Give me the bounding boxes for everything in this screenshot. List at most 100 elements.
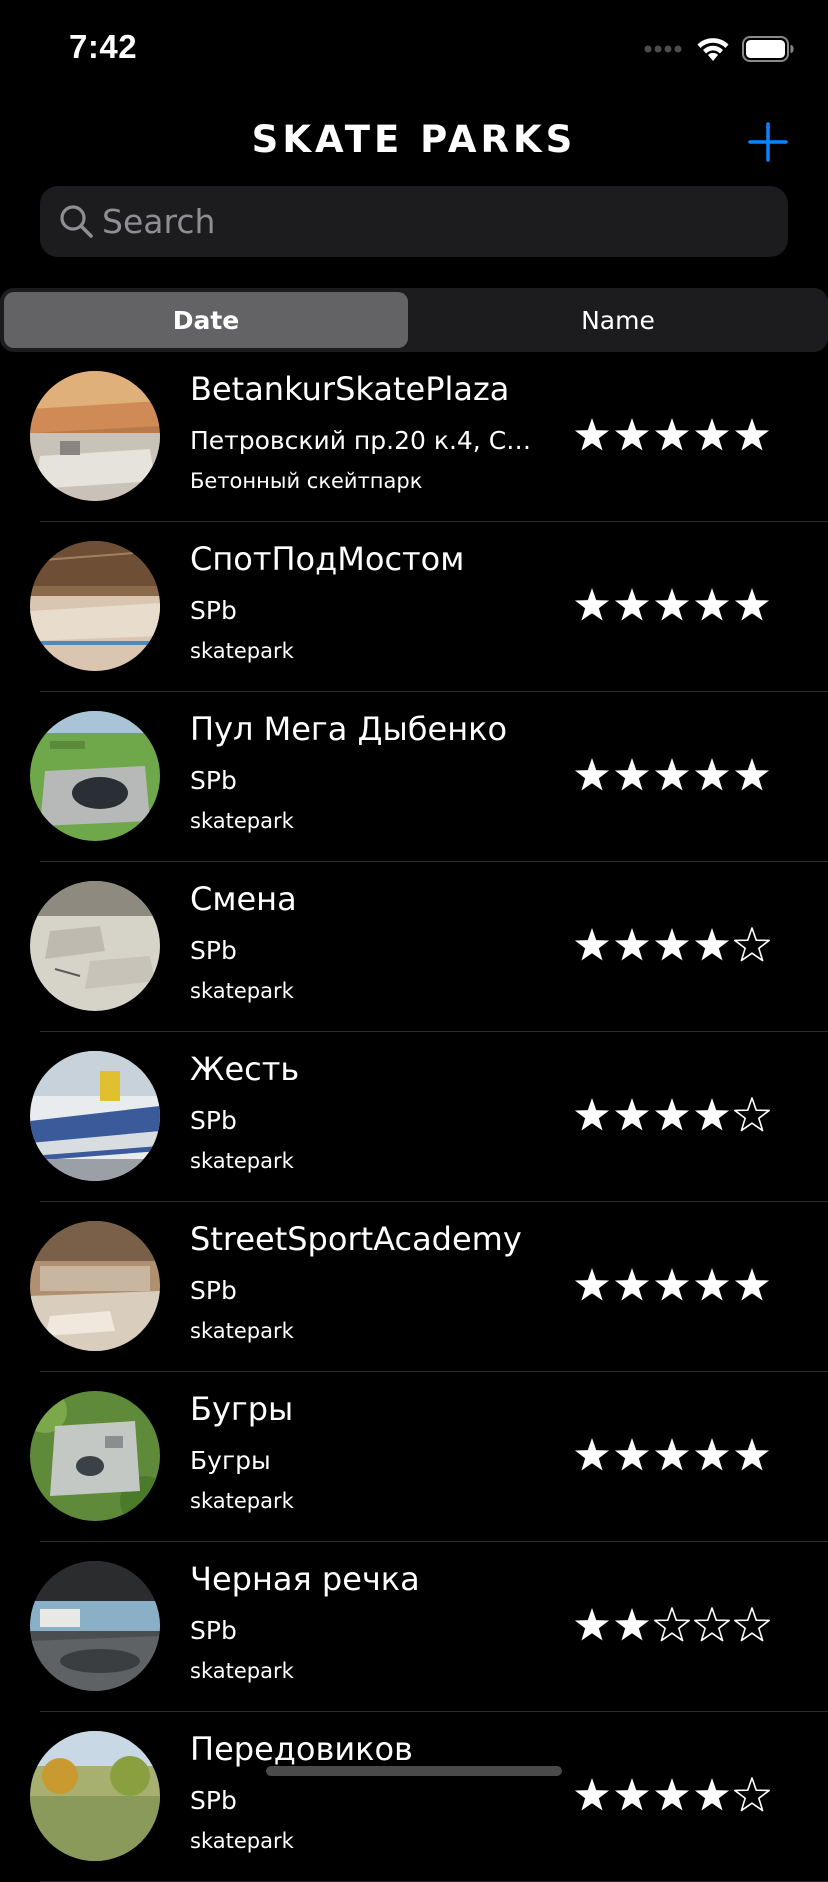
- star-empty-icon: [654, 1607, 690, 1642]
- star-filled-icon: [694, 1098, 730, 1131]
- plus-icon: [748, 122, 788, 162]
- star-filled-icon: [694, 1268, 730, 1301]
- star-filled-icon: [654, 758, 690, 791]
- park-type: skatepark: [190, 1659, 294, 1683]
- page-title: SKATE PARKS: [251, 118, 577, 161]
- star-filled-icon: [614, 1608, 650, 1641]
- rating-stars: [573, 1776, 771, 1814]
- list-item[interactable]: СпотПодМостом SPb skatepark: [0, 522, 828, 692]
- park-address: SPb: [190, 766, 237, 795]
- star-filled-icon: [654, 1438, 690, 1471]
- list-item[interactable]: Смена SPb skatepark: [0, 862, 828, 1032]
- star-filled-icon: [574, 1778, 610, 1811]
- park-thumbnail: [30, 1051, 160, 1181]
- star-filled-icon: [574, 758, 610, 791]
- star-filled-icon: [614, 1098, 650, 1131]
- star-filled-icon: [614, 1438, 650, 1471]
- star-empty-icon: [734, 1607, 770, 1642]
- rating-stars: [573, 1606, 771, 1644]
- park-name: Бугры: [190, 1390, 294, 1428]
- park-type: skatepark: [190, 1829, 294, 1853]
- park-thumbnail: [30, 1561, 160, 1691]
- segment-name[interactable]: Name: [416, 292, 820, 348]
- star-filled-icon: [694, 1438, 730, 1471]
- cellular-signal-icon: [644, 45, 682, 53]
- star-filled-icon: [734, 1438, 770, 1471]
- sort-segmented-control: Date Name: [0, 288, 828, 352]
- park-address: SPb: [190, 596, 237, 625]
- park-thumbnail: [30, 1391, 160, 1521]
- battery-icon: [742, 36, 794, 62]
- park-thumbnail: [30, 881, 160, 1011]
- park-type: skatepark: [190, 1489, 294, 1513]
- segment-date[interactable]: Date: [4, 292, 408, 348]
- park-address: Петровский пр.20 к.4, Санкт-Петербург: [190, 426, 545, 455]
- star-filled-icon: [614, 1778, 650, 1811]
- list-item[interactable]: Передовиков SPb skatepark: [0, 1712, 828, 1882]
- list-item[interactable]: Жесть SPb skatepark: [0, 1032, 828, 1202]
- rating-stars: [573, 1266, 771, 1304]
- park-name: Передовиков: [190, 1730, 413, 1768]
- park-name: Смена: [190, 880, 297, 918]
- star-filled-icon: [574, 1098, 610, 1131]
- park-type: Бетонный скейтпарк: [190, 469, 423, 493]
- star-filled-icon: [574, 418, 610, 451]
- star-filled-icon: [574, 588, 610, 621]
- star-filled-icon: [654, 1098, 690, 1131]
- park-address: SPb: [190, 936, 237, 965]
- star-filled-icon: [734, 758, 770, 791]
- park-address: SPb: [190, 1106, 237, 1135]
- park-type: skatepark: [190, 639, 294, 663]
- star-filled-icon: [654, 1268, 690, 1301]
- rating-stars: [573, 926, 771, 964]
- list-item[interactable]: Бугры Бугры skatepark: [0, 1372, 828, 1542]
- park-thumbnail: [30, 371, 160, 501]
- park-thumbnail: [30, 541, 160, 671]
- star-filled-icon: [654, 418, 690, 451]
- star-filled-icon: [614, 1268, 650, 1301]
- rating-stars: [573, 756, 771, 794]
- star-filled-icon: [694, 418, 730, 451]
- star-filled-icon: [734, 418, 770, 451]
- park-address: SPb: [190, 1786, 237, 1815]
- park-name: Жесть: [190, 1050, 300, 1088]
- star-filled-icon: [574, 1608, 610, 1641]
- star-filled-icon: [694, 1778, 730, 1811]
- search-icon: [60, 205, 93, 238]
- search-bar[interactable]: [40, 186, 788, 257]
- star-filled-icon: [654, 1778, 690, 1811]
- park-thumbnail: [30, 1731, 160, 1861]
- park-type: skatepark: [190, 1149, 294, 1173]
- star-filled-icon: [614, 418, 650, 451]
- park-thumbnail: [30, 1221, 160, 1351]
- star-filled-icon: [574, 1438, 610, 1471]
- park-name: Черная речка: [190, 1560, 420, 1598]
- list-item[interactable]: StreetSportAcademy SPb skatepark: [0, 1202, 828, 1372]
- status-bar: 7:42: [0, 0, 828, 100]
- add-park-button[interactable]: [744, 118, 792, 166]
- park-address: SPb: [190, 1276, 237, 1305]
- status-icons: [644, 36, 794, 62]
- star-empty-icon: [734, 927, 770, 962]
- search-input[interactable]: [102, 186, 762, 257]
- list-item[interactable]: Пул Мега Дыбенко SPb skatepark: [0, 692, 828, 862]
- star-filled-icon: [614, 928, 650, 961]
- list-item[interactable]: BetankurSkatePlaza Петровский пр.20 к.4,…: [0, 352, 828, 522]
- park-address: SPb: [190, 1616, 237, 1645]
- status-time: 7:42: [69, 28, 138, 65]
- park-thumbnail: [30, 711, 160, 841]
- star-filled-icon: [734, 588, 770, 621]
- park-type: skatepark: [190, 979, 294, 1003]
- park-address: Бугры: [190, 1446, 271, 1475]
- home-indicator: [266, 1766, 562, 1776]
- park-type: skatepark: [190, 809, 294, 833]
- rating-stars: [573, 416, 771, 454]
- star-filled-icon: [694, 928, 730, 961]
- park-name: BetankurSkatePlaza: [190, 370, 510, 408]
- star-filled-icon: [614, 588, 650, 621]
- park-name: Пул Мега Дыбенко: [190, 710, 508, 748]
- wifi-icon: [697, 38, 729, 61]
- star-empty-icon: [694, 1607, 730, 1642]
- rating-stars: [573, 1436, 771, 1474]
- list-item[interactable]: Черная речка SPb skatepark: [0, 1542, 828, 1712]
